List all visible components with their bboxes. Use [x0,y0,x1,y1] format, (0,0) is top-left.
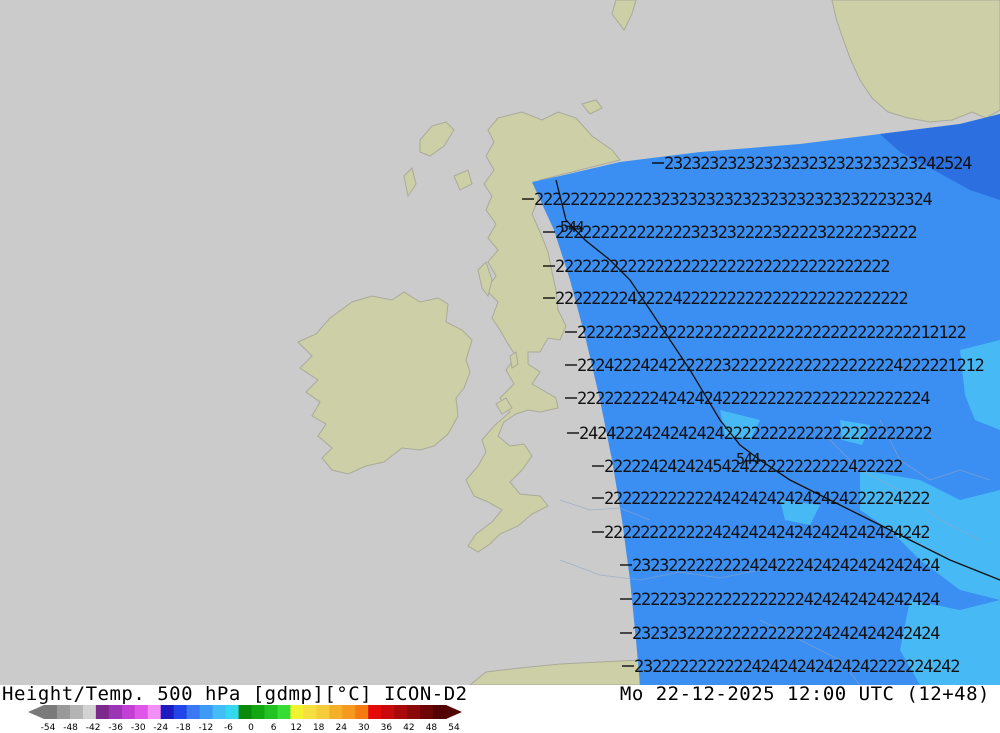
contour-label-row: 2323232323232323232323232323242524 [664,154,972,174]
footer: Height/Temp. 500 hPa [gdmp][°C] ICON-D2 … [0,683,1000,733]
map-datetime: Mo 22-12-2025 12:00 UTC (12+48) [619,683,990,705]
legend-tick-label: -48 [63,723,78,733]
contour-label-row: 2222223222222222222222222222222222222212… [577,323,966,343]
legend-tick-label: 24 [335,723,347,733]
legend-swatch [82,705,97,719]
contour-label-row: 232222222222242424242424242222224242 [634,657,959,677]
legend-tick-label: -36 [108,723,123,733]
weather-map: 2323232323232323232323232323242524 22222… [0,0,1000,685]
legend-swatch [108,705,123,719]
legend-tick-label: -12 [199,723,214,733]
legend-arrow-right-icon [446,705,462,719]
contour-label-row: 2222222222222223232322223222232222232222 [555,223,916,243]
legend-swatch [186,705,201,719]
legend-tick-label: 36 [381,723,393,733]
contour-label-row: 222222222222424242424242424222224222 [604,489,929,509]
legend-swatch [394,705,408,719]
height-marker-label: 544 [560,218,585,236]
legend-tick-label: -18 [176,723,191,733]
legend-tick-label: 6 [271,723,277,733]
color-legend: -54 -48 -42 -36 -30 -24 -18 -12 -6 0 6 12 18 24 30 36 42… [28,705,462,733]
legend-tick-label: 0 [248,723,254,733]
contour-label-row: 222222224222242222222222222222222222222 [555,289,907,309]
contour-label-row: 222222222424242422222222222222222222224 [577,389,930,409]
legend-swatch [316,705,330,719]
contour-label-row: 242422242424242422222222222222222222222 [579,424,931,444]
legend-swatch [134,705,149,719]
legend-swatch [342,705,356,719]
legend-swatch [238,705,253,719]
legend-tick-label: -30 [131,723,146,733]
contour-label-row: 2323222222222424222424242424242424 [632,556,940,576]
legend-swatch [95,705,110,719]
legend-swatch [303,705,317,719]
contour-label-row: 222222222222424242424242424242424242 [604,523,929,543]
legend-arrow-left-icon [28,705,44,719]
legend-tick-label: -42 [86,723,101,733]
legend-swatch [355,705,369,719]
legend-swatch [212,705,227,719]
legend-swatch [264,705,279,719]
legend-swatches [44,705,447,719]
contour-label-row: 2222222222222323232323232323232323232223… [534,190,932,210]
legend-swatch [368,705,382,719]
legend-swatch [147,705,162,719]
contour-label-row: 2323232222222222222224242424242424 [632,624,940,644]
legend-tick-label: 54 [448,723,460,733]
legend-tick-label: 42 [403,723,414,733]
legend-swatch [225,705,240,719]
legend-swatch [420,705,434,719]
legend-swatch [433,705,447,719]
contour-label-row: 2224222424222222322222222222222222242222… [577,356,984,376]
legend-tick-label: 12 [290,723,301,733]
legend-tick-label: 18 [313,723,325,733]
legend-swatch [160,705,175,719]
legend-swatch [69,705,84,719]
legend-tick-label: 30 [358,723,370,733]
legend-swatch [199,705,214,719]
legend-swatch [173,705,188,719]
legend-swatch [407,705,421,719]
legend-swatch [381,705,395,719]
legend-swatch [44,705,58,719]
legend-tick-label: -24 [153,723,168,733]
contour-label-row: 2222232222222222222424242424242424 [632,590,940,610]
legend-tick-label: -6 [224,723,233,733]
legend-swatch [329,705,343,719]
contour-label-row: 2222222222222222222222222222222222222 [555,257,889,277]
legend-tick-label: -54 [41,723,56,733]
legend-swatch [290,705,304,719]
legend-swatch [277,705,291,719]
legend-tick-label: 48 [426,723,438,733]
legend-swatch [56,705,71,719]
legend-swatch [251,705,266,719]
height-marker-label: 544 [736,450,761,468]
legend-ticks: -54 -48 -42 -36 -30 -24 -18 -12 -6 0 6 12 18 24 30 36 42… [41,723,460,733]
legend-swatch [121,705,136,719]
